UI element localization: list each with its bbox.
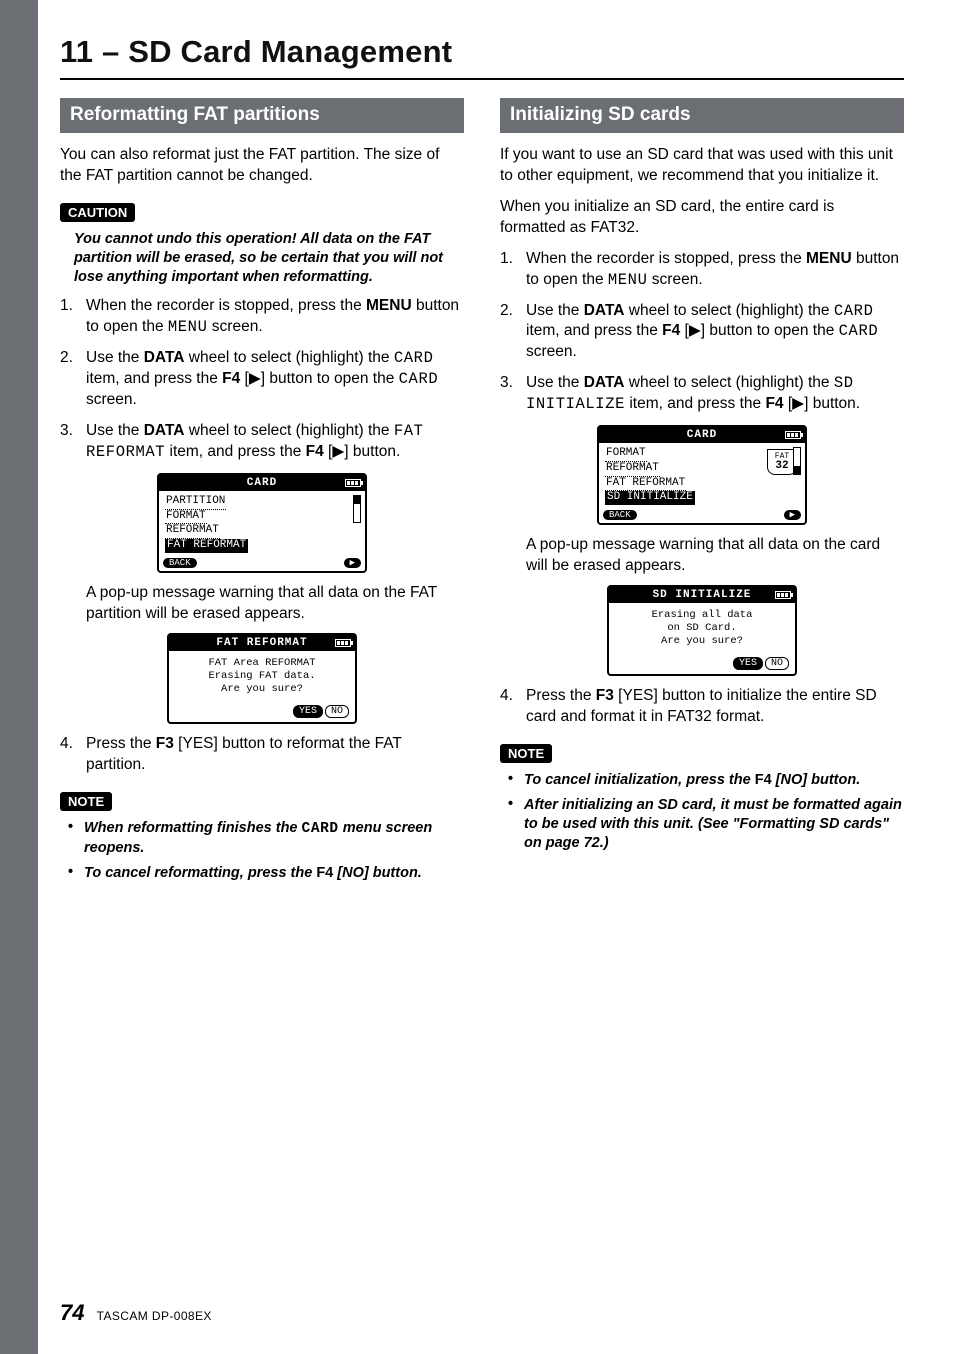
step-2: Use the DATA wheel to select (highlight)… [500,301,904,364]
caution-label: CAUTION [60,203,135,222]
battery-icon [775,591,791,599]
step-3: Use the DATA wheel to select (highlight)… [60,421,464,463]
title-rule [60,78,904,80]
steps-right-2: Press the F3 [YES] button to initialize … [500,686,904,728]
no-button: NO [325,705,349,718]
step-3: Use the DATA wheel to select (highlight)… [500,373,904,415]
battery-icon [335,639,351,647]
battery-icon [785,431,801,439]
note-item: After initializing an SD card, it must b… [508,796,904,853]
model-name: TASCAM DP-008EX [97,1309,212,1323]
steps-left-2: Press the F3 [YES] button to reformat th… [60,734,464,776]
selected-item: FAT REFORMAT [165,539,248,553]
lcd-card-menu-right: CARD FORMAT REFORMAT FAT REFORMAT SD INI… [597,425,807,525]
battery-icon [345,479,361,487]
intro-right-2: When you initialize an SD card, the enti… [500,197,904,239]
chapter-title: 11 – SD Card Management [60,34,904,70]
fwd-button: ▶ [344,558,361,568]
note-item: To cancel initialization, press the F4 [… [508,771,904,790]
step-1: When the recorder is stopped, press the … [60,296,464,338]
note-item: To cancel reformatting, press the F4 [NO… [68,864,464,883]
scrollbar [353,495,361,523]
side-tab [0,0,38,1354]
note-label-left: NOTE [60,792,112,811]
lcd-confirm-left: FAT REFORMAT FAT Area REFORMAT Erasing F… [167,633,357,724]
column-left: Reformatting FAT partitions You can also… [60,98,464,888]
steps-right: When the recorder is stopped, press the … [500,249,904,415]
column-right: Initializing SD cards If you want to use… [500,98,904,888]
notes-right: To cancel initialization, press the F4 [… [508,771,904,852]
step-2: Use the DATA wheel to select (highlight)… [60,348,464,411]
notes-left: When reformatting finishes the CARD menu… [68,819,464,883]
yes-button: YES [733,657,763,670]
step-4: Press the F3 [YES] button to reformat th… [60,734,464,776]
steps-left: When the recorder is stopped, press the … [60,296,464,462]
note-item: When reformatting finishes the CARD menu… [68,819,464,858]
step-1: When the recorder is stopped, press the … [500,249,904,291]
fwd-button: ▶ [784,510,801,520]
after-lcd1-left: A pop-up message warning that all data o… [86,583,464,625]
section-heading-right: Initializing SD cards [500,98,904,133]
after-lcd1-right: A pop-up message warning that all data o… [526,535,904,577]
scrollbar [793,447,801,475]
yes-button: YES [293,705,323,718]
caution-body: You cannot undo this operation! All data… [74,230,464,287]
lcd-title: CARD [179,477,345,489]
selected-item: SD INITIALIZE [605,491,695,505]
intro-left: You can also reformat just the FAT parti… [60,145,464,187]
page-footer: 74 TASCAM DP-008EX [60,1300,212,1326]
step-4: Press the F3 [YES] button to initialize … [500,686,904,728]
intro-right-1: If you want to use an SD card that was u… [500,145,904,187]
back-button: BACK [603,510,637,520]
lcd-card-menu-left: CARD PARTITION FORMAT REFORMAT FAT REFOR… [157,473,367,573]
note-label-right: NOTE [500,744,552,763]
page: 11 – SD Card Management Reformatting FAT… [0,0,954,1354]
section-heading-left: Reformatting FAT partitions [60,98,464,133]
back-button: BACK [163,558,197,568]
lcd-confirm-right: SD INITIALIZE Erasing all data on SD Car… [607,585,797,676]
page-number: 74 [60,1300,84,1325]
no-button: NO [765,657,789,670]
